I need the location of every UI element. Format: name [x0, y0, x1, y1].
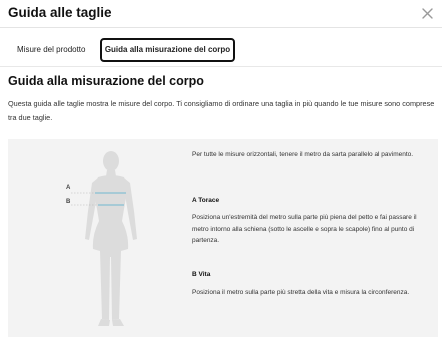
modal-title: Guida alle taglie: [8, 5, 112, 20]
chest-text: Posiziona un'estremità del metro sulla p…: [192, 214, 417, 244]
tab-product-measures[interactable]: Misure del prodotto: [8, 38, 96, 62]
tab-body-measurement-guide[interactable]: Guida alla misurazione del corpo: [100, 38, 235, 62]
tab-divider: [0, 66, 442, 67]
modal-header: Guida alle taglie: [0, 0, 442, 28]
waist-text: Posiziona il metro sulla parte più stret…: [192, 289, 410, 296]
marker-a-label: A: [66, 185, 71, 191]
intro-text: Questa guida alle taglie mostra le misur…: [8, 99, 435, 122]
section-heading: Guida alla misurazione del corpo: [8, 74, 204, 88]
chest-title: A Torace: [192, 197, 220, 204]
body-silhouette-icon: [71, 151, 137, 326]
general-note: Per tutte le misure orizzontali, tenere …: [192, 151, 414, 158]
marker-b-label: B: [66, 199, 71, 205]
measurement-panel: A B Per tutte le misure orizzontali, ten…: [8, 139, 438, 337]
close-button[interactable]: [416, 2, 438, 24]
close-icon: [421, 7, 433, 19]
waist-title: B Vita: [192, 271, 211, 278]
body-figure: A B: [8, 139, 188, 337]
